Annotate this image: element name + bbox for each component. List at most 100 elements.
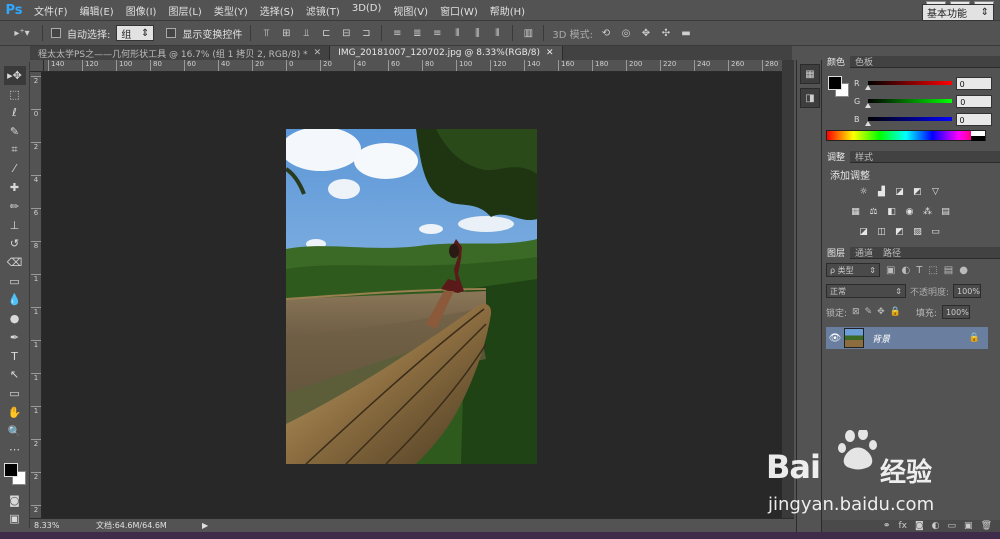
- green-slider[interactable]: [865, 99, 953, 108]
- menu-item[interactable]: 窗口(W): [434, 3, 484, 18]
- hue-saturation-icon[interactable]: ▦: [848, 205, 863, 218]
- zoom-level[interactable]: 8.33%: [30, 521, 96, 530]
- vibrance-icon[interactable]: ▽: [928, 185, 943, 198]
- distribute-bottom-icon[interactable]: ≡: [430, 26, 444, 40]
- filter-pixel-icon[interactable]: ▣: [886, 265, 895, 276]
- color-spectrum-ramp[interactable]: [826, 130, 986, 141]
- levels-icon[interactable]: ▟: [874, 185, 889, 198]
- document-image[interactable]: [286, 129, 537, 464]
- blue-value-input[interactable]: 0: [955, 112, 992, 126]
- distribute-hcenter-icon[interactable]: ⫼: [470, 26, 484, 40]
- exposure-icon[interactable]: ◩: [910, 185, 925, 198]
- quick-mask-icon[interactable]: ◙: [4, 491, 26, 510]
- align-hcenter-icon[interactable]: ⊟: [339, 26, 353, 40]
- fill-input[interactable]: 100%: [941, 305, 970, 319]
- type-tool-icon[interactable]: T: [4, 347, 26, 366]
- delete-layer-icon[interactable]: 🗑: [981, 521, 992, 531]
- status-menu-arrow-icon[interactable]: ▶: [202, 521, 208, 530]
- align-vcenter-icon[interactable]: ⊞: [279, 26, 293, 40]
- auto-select-checkbox[interactable]: [51, 28, 61, 38]
- screen-mode-icon[interactable]: ▣: [4, 509, 26, 528]
- filter-type-icon[interactable]: T: [916, 265, 922, 276]
- blue-slider[interactable]: [864, 117, 952, 126]
- marquee-tool-icon[interactable]: ⬚: [4, 85, 26, 104]
- color-lookup-icon[interactable]: ▤: [938, 205, 953, 218]
- brush-tool-icon[interactable]: ✏: [4, 197, 26, 216]
- green-value-input[interactable]: 0: [956, 94, 993, 108]
- eye-icon[interactable]: 👁: [826, 333, 844, 344]
- align-bottom-icon[interactable]: ⫫: [299, 26, 313, 40]
- photo-filter-icon[interactable]: ◉: [902, 205, 917, 218]
- horizontal-ruler[interactable]: 140 120 100 80 60 40 20 0 20 40 60 80 100 120 140 160 18…: [44, 60, 782, 72]
- align-right-icon[interactable]: ⊐: [359, 26, 373, 40]
- layer-name[interactable]: 背景: [872, 332, 890, 345]
- new-layer-icon[interactable]: ▣: [964, 521, 973, 531]
- color-fg-bg-swatch[interactable]: [828, 76, 850, 98]
- filter-shape-icon[interactable]: ⬚: [928, 265, 937, 276]
- distribute-vcenter-icon[interactable]: ≣: [410, 26, 424, 40]
- zoom-tool-icon[interactable]: 🔍: [4, 422, 26, 441]
- tab-color[interactable]: 颜色: [822, 55, 851, 68]
- tab-document-1[interactable]: 程太太学PS之——几何形状工具 @ 16.7% (组 1 拷贝 2, RGB/8…: [30, 46, 331, 60]
- brightness-icon[interactable]: ☼: [856, 185, 871, 198]
- tab-channels[interactable]: 通道: [850, 247, 878, 259]
- selective-color-icon[interactable]: ▨: [910, 225, 925, 238]
- curves-icon[interactable]: ◪: [892, 185, 907, 198]
- rectangle-tool-icon[interactable]: ▭: [4, 384, 26, 403]
- menu-item[interactable]: 编辑(E): [74, 3, 120, 18]
- gradient-map-icon[interactable]: ▭: [928, 225, 943, 238]
- tab-adjustments[interactable]: 调整: [822, 150, 851, 163]
- hand-tool-icon[interactable]: ✋: [4, 403, 26, 422]
- color-balance-icon[interactable]: ⚖: [866, 205, 881, 218]
- opacity-input[interactable]: 100%: [953, 284, 982, 298]
- filter-toggle-icon[interactable]: ●: [959, 265, 968, 276]
- add-mask-icon[interactable]: ◙: [915, 521, 924, 531]
- move-tool-preset-icon[interactable]: ▸⁺▾: [10, 26, 34, 40]
- show-transform-checkbox[interactable]: [166, 28, 177, 38]
- foreground-color-swatch[interactable]: [3, 463, 18, 478]
- pan-3d-icon[interactable]: ✥: [639, 26, 653, 40]
- tab-document-2[interactable]: IMG_20181007_120702.jpg @ 8.33%(RGB/8) ✕: [330, 46, 563, 60]
- posterize-icon[interactable]: ◫: [874, 225, 889, 238]
- new-adjustment-icon[interactable]: ◐: [932, 521, 940, 531]
- tab-paths[interactable]: 路径: [878, 247, 906, 259]
- history-panel-icon[interactable]: ▦: [800, 64, 820, 84]
- move-tool-icon[interactable]: ▸✥: [3, 66, 26, 85]
- menu-item[interactable]: 图层(L): [162, 3, 207, 18]
- workspace-dropdown[interactable]: 基本功能 ⇕: [922, 4, 994, 21]
- path-select-tool-icon[interactable]: ↖: [4, 366, 26, 385]
- blur-tool-icon[interactable]: 💧: [4, 291, 26, 310]
- healing-brush-tool-icon[interactable]: ✚: [4, 178, 26, 197]
- align-top-icon[interactable]: ⫪: [259, 26, 273, 40]
- clone-stamp-tool-icon[interactable]: ⊥: [4, 216, 26, 235]
- channel-mixer-icon[interactable]: ⁂: [920, 205, 935, 218]
- rotate-3d-icon[interactable]: ⟲: [599, 26, 613, 40]
- quick-select-tool-icon[interactable]: ✎: [4, 122, 26, 141]
- scale-3d-icon[interactable]: ▬: [679, 26, 693, 40]
- more-tools-icon[interactable]: ⋯: [4, 440, 26, 459]
- pen-tool-icon[interactable]: ✒: [4, 328, 26, 347]
- slide-3d-icon[interactable]: ✣: [659, 26, 673, 40]
- eyedropper-tool-icon[interactable]: ⁄: [4, 160, 26, 179]
- red-slider[interactable]: [864, 81, 952, 90]
- menu-item[interactable]: 类型(Y): [208, 3, 254, 18]
- layer-filter-dropdown[interactable]: ρ 类型 ⇕: [826, 263, 880, 277]
- vertical-ruler[interactable]: 2 0 2 4 6 8 1 1 1 1 1 2 2 2: [30, 72, 42, 518]
- menu-item[interactable]: 图像(I): [120, 3, 163, 18]
- dodge-tool-icon[interactable]: ●: [4, 309, 26, 328]
- gradient-tool-icon[interactable]: ▭: [4, 272, 26, 291]
- lock-all-icon[interactable]: 🔒: [890, 307, 901, 317]
- lock-pixels-icon[interactable]: ✎: [865, 307, 873, 317]
- tab-swatches[interactable]: 色板: [850, 56, 878, 68]
- close-icon[interactable]: ✕: [546, 48, 554, 58]
- distribute-right-icon[interactable]: ⦀: [490, 26, 504, 40]
- distribute-left-icon[interactable]: ⦀: [450, 26, 464, 40]
- layer-style-icon[interactable]: fx: [898, 521, 907, 531]
- crop-tool-icon[interactable]: ⌗: [4, 141, 26, 160]
- menu-item[interactable]: 文件(F): [28, 3, 74, 18]
- lasso-tool-icon[interactable]: ℓ: [4, 103, 26, 122]
- lock-transparency-icon[interactable]: ⊠: [852, 307, 860, 317]
- distribute-top-icon[interactable]: ≡: [390, 26, 404, 40]
- ruler-origin[interactable]: [30, 60, 44, 72]
- menu-item[interactable]: 视图(V): [387, 3, 434, 18]
